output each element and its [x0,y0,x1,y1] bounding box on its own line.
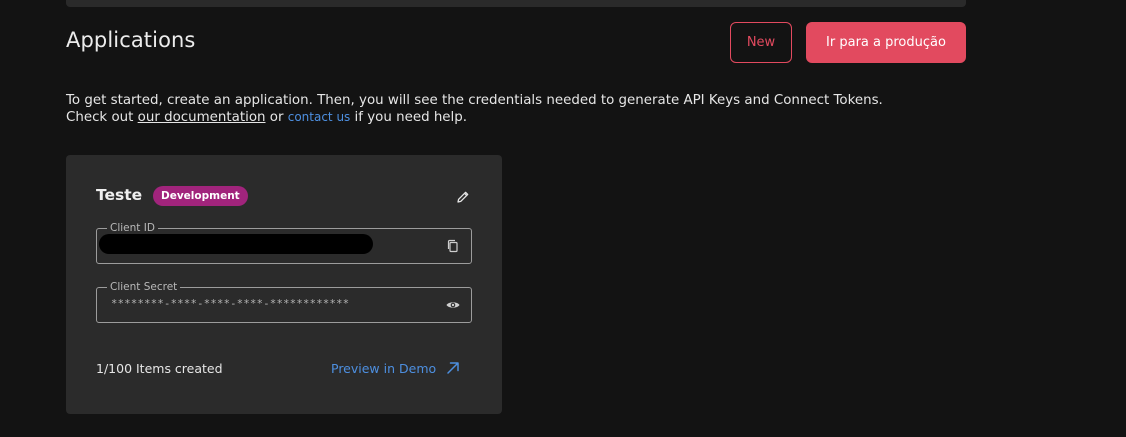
new-application-button[interactable]: New [730,22,792,63]
client-secret-value: ********-****-****-****-************ [111,298,350,310]
intro-or: or [265,110,288,125]
items-created-count: 1/100 Items created [96,361,223,376]
intro-suffix: if you need help. [350,110,468,125]
intro-line-1: To get started, create an application. T… [66,93,883,108]
top-panel-edge [66,0,966,7]
application-card: Teste Development Client ID Client Secre… [66,155,502,414]
client-id-label: Client ID [107,221,158,235]
page-title: Applications [66,28,196,52]
documentation-link[interactable]: our documentation [138,110,266,125]
client-id-field[interactable]: Client ID [96,221,472,264]
client-id-redacted-value [99,234,373,254]
client-secret-field[interactable]: Client Secret ********-****-****-****-**… [96,280,472,323]
preview-in-demo-label: Preview in Demo [331,360,437,376]
application-name: Teste [96,186,143,204]
environment-badge: Development [153,186,248,206]
intro-prefix: Check out [66,110,138,125]
intro-line-2: Check out our documentation or contact u… [66,109,883,126]
copy-icon[interactable] [445,238,461,254]
preview-in-demo-link[interactable]: Preview in Demo [331,360,461,376]
client-secret-label: Client Secret [107,280,181,294]
contact-us-link[interactable]: contact us [288,110,351,124]
intro-text: To get started, create an application. T… [66,92,883,126]
go-to-production-button[interactable]: Ir para a produção [806,22,966,63]
arrow-up-right-icon [447,362,459,374]
eye-icon[interactable] [445,297,461,313]
pencil-icon[interactable] [455,189,471,205]
